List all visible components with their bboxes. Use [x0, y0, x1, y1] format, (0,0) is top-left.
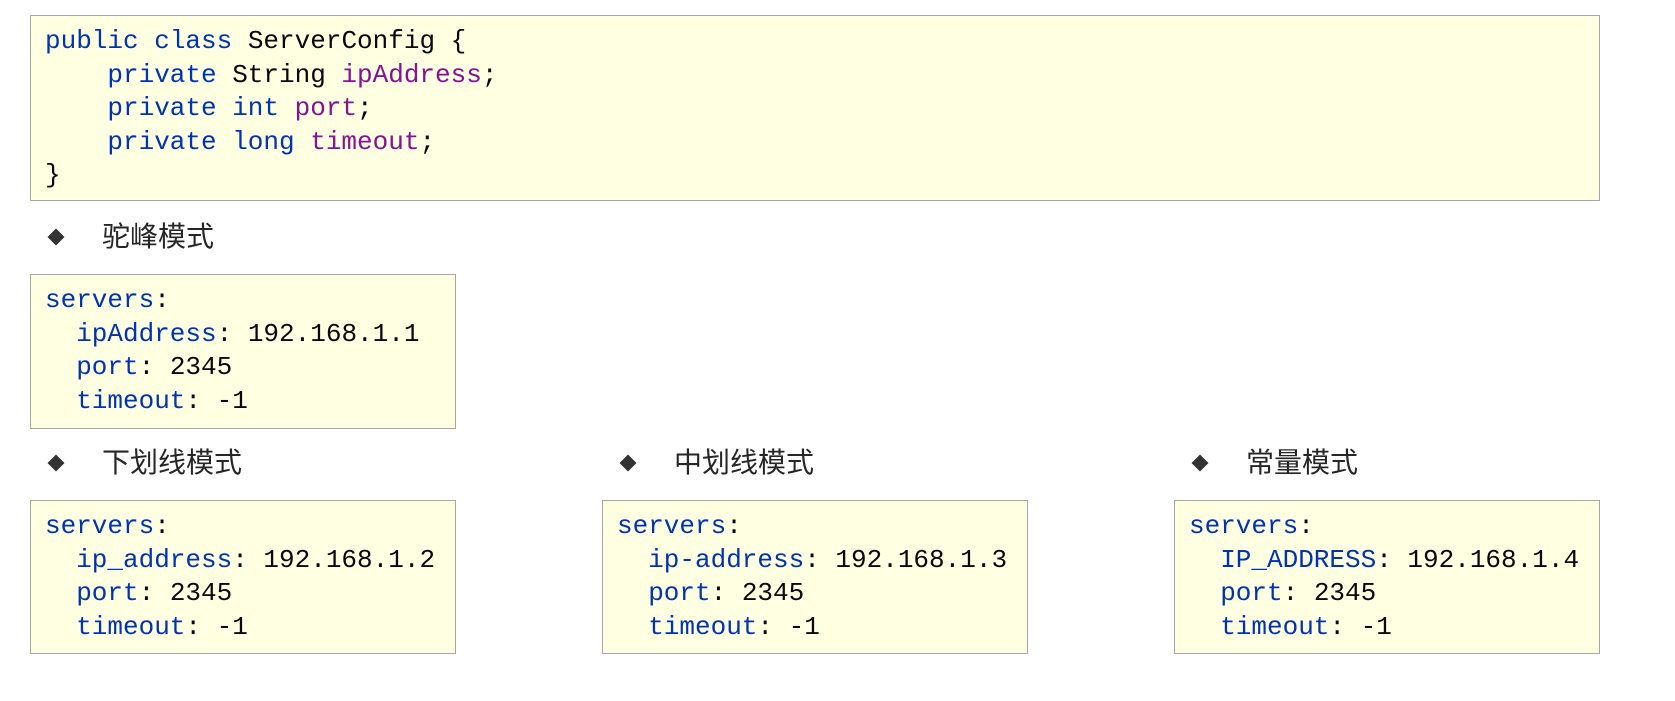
yaml-root-line: servers : — [45, 510, 455, 544]
yaml-key: port — [76, 578, 139, 608]
colon: : — [1298, 511, 1314, 541]
section-heading-camel-case: 驼峰模式 — [102, 220, 215, 253]
yaml-block-camel-case: servers : ipAddress : 192.168.1.1 port :… — [30, 274, 456, 429]
open-brace: { — [450, 26, 467, 56]
colon: : — [804, 544, 820, 575]
semicolon: ; — [357, 93, 373, 123]
section-heading-constant-case: 常量模式 — [1246, 446, 1359, 479]
yaml-block-snake-case: servers : ip_address : 192.168.1.2 port … — [30, 500, 456, 654]
field-name: timeout — [310, 126, 420, 157]
yaml-value: -1 — [216, 385, 248, 416]
yaml-key: port — [648, 578, 711, 608]
yaml-value: 2345 — [169, 352, 233, 382]
yaml-entry-line: IP_ADDRESS : 192.168.1.4 — [1189, 544, 1599, 578]
yaml-entry-line: port : 2345 — [1189, 577, 1599, 611]
yaml-value: -1 — [216, 611, 248, 642]
colon: : — [1376, 544, 1392, 575]
java-class-code-block: public class ServerConfig { private Stri… — [30, 15, 1600, 201]
field-modifier: private — [107, 93, 217, 123]
colon: : — [232, 544, 248, 575]
yaml-key: timeout — [76, 385, 186, 416]
yaml-value: 2345 — [169, 578, 233, 608]
diamond-bullet-icon — [619, 454, 637, 472]
field-name: ipAddress — [341, 59, 482, 90]
yaml-key: ip_address — [76, 544, 233, 575]
yaml-key: port — [1220, 578, 1283, 608]
yaml-root-key: servers — [45, 511, 155, 541]
yaml-root-line: servers : — [45, 284, 455, 318]
colon: : — [154, 285, 170, 315]
colon: : — [1329, 611, 1346, 642]
yaml-value: 2345 — [1313, 578, 1377, 608]
yaml-entry-line: ip_address : 192.168.1.2 — [45, 544, 455, 578]
yaml-root-key: servers — [45, 285, 155, 315]
yaml-value: -1 — [1360, 611, 1392, 642]
colon: : — [710, 578, 727, 608]
field-type: int — [232, 93, 280, 123]
yaml-entry-line: port : 2345 — [45, 577, 455, 611]
field-modifier: private — [107, 59, 217, 90]
semicolon: ; — [419, 126, 436, 157]
colon: : — [726, 511, 742, 541]
colon: : — [185, 385, 202, 416]
yaml-entry-line: timeout : -1 — [1189, 611, 1599, 645]
yaml-value: 2345 — [741, 578, 805, 608]
colon: : — [154, 511, 170, 541]
yaml-key: port — [76, 352, 139, 382]
colon: : — [757, 611, 774, 642]
yaml-key: ip-address — [648, 544, 805, 575]
colon: : — [185, 611, 202, 642]
slide-canvas: public class ServerConfig { private Stri… — [0, 0, 1675, 701]
class-modifier: public — [45, 26, 139, 56]
field-name: port — [294, 93, 358, 123]
yaml-entry-line: port : 2345 — [45, 351, 455, 385]
colon: : — [216, 318, 233, 349]
yaml-entry-line: timeout : -1 — [45, 611, 455, 645]
yaml-root-key: servers — [617, 511, 727, 541]
yaml-entry-line: ipAddress : 192.168.1.1 — [45, 318, 455, 352]
yaml-value: 192.168.1.3 — [835, 544, 1008, 575]
semicolon: ; — [481, 59, 498, 90]
yaml-block-kebab-case: servers : ip-address : 192.168.1.3 port … — [602, 500, 1028, 654]
diamond-bullet-icon — [1191, 454, 1209, 472]
code-line-field: private int port ; — [45, 92, 1599, 126]
yaml-entry-line: timeout : -1 — [45, 385, 455, 419]
colon: : — [1282, 578, 1299, 608]
colon: : — [138, 578, 155, 608]
class-name: ServerConfig — [247, 26, 436, 56]
field-modifier: private — [107, 126, 217, 157]
yaml-key: timeout — [76, 611, 186, 642]
yaml-root-key: servers — [1189, 511, 1299, 541]
yaml-key: IP_ADDRESS — [1220, 544, 1377, 575]
yaml-value: 192.168.1.2 — [263, 544, 436, 575]
code-line-field: private String ipAddress ; — [45, 59, 1599, 93]
code-line-class-declaration: public class ServerConfig { — [45, 25, 1599, 59]
code-line-close-brace: } — [45, 159, 1599, 193]
colon: : — [138, 352, 155, 382]
yaml-root-line: servers : — [617, 510, 1027, 544]
yaml-entry-line: ip-address : 192.168.1.3 — [617, 544, 1027, 578]
field-type: String — [232, 59, 326, 90]
yaml-key: timeout — [648, 611, 758, 642]
yaml-root-line: servers : — [1189, 510, 1599, 544]
section-heading-snake-case: 下划线模式 — [102, 446, 243, 479]
yaml-entry-line: port : 2345 — [617, 577, 1027, 611]
yaml-key: ipAddress — [76, 318, 217, 349]
yaml-value: -1 — [788, 611, 820, 642]
yaml-entry-line: timeout : -1 — [617, 611, 1027, 645]
yaml-block-constant-case: servers : IP_ADDRESS : 192.168.1.4 port … — [1174, 500, 1600, 654]
field-type: long — [232, 126, 295, 157]
close-brace: } — [45, 160, 61, 190]
yaml-value: 192.168.1.4 — [1407, 544, 1580, 575]
yaml-value: 192.168.1.1 — [247, 318, 420, 349]
class-keyword: class — [154, 26, 233, 56]
section-heading-kebab-case: 中划线模式 — [674, 446, 815, 479]
diamond-bullet-icon — [47, 454, 65, 472]
yaml-key: timeout — [1220, 611, 1330, 642]
diamond-bullet-icon — [47, 228, 65, 246]
code-line-field: private long timeout ; — [45, 126, 1599, 160]
